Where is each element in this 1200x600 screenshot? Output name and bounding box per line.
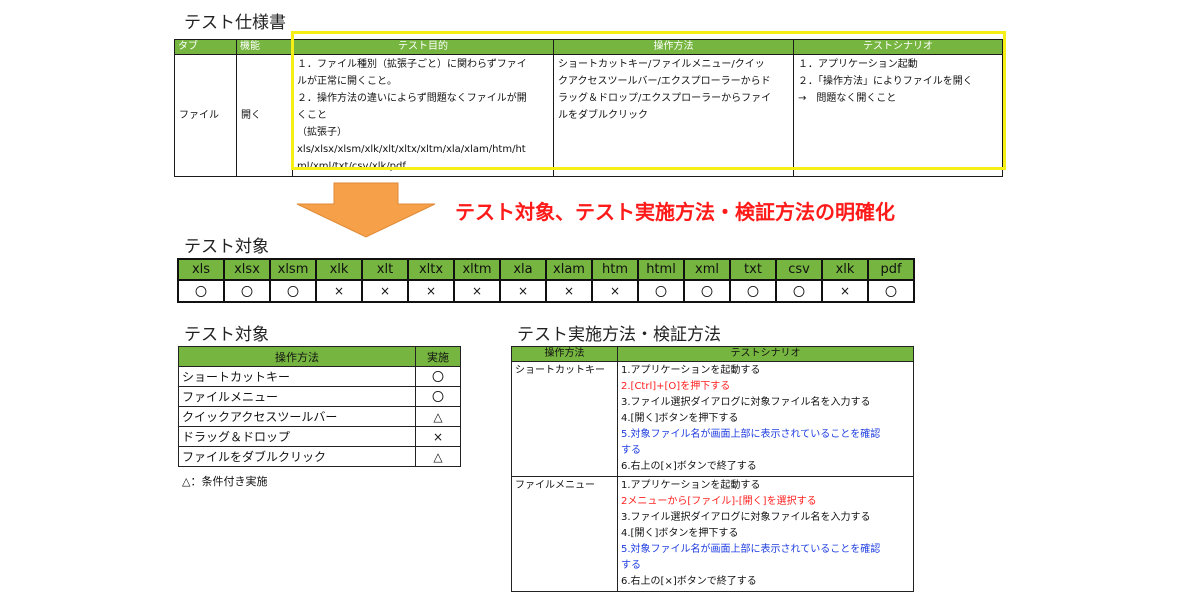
extension-header-cell: htm (591, 258, 639, 281)
extension-value-cell: 〇 (177, 279, 225, 303)
scenario-step: 5.対象ファイル名が画面上部に表示されていることを確認 (621, 544, 881, 555)
scenario-step: 3.ファイル選択ダイアログに対象ファイル名を入力する (621, 397, 871, 408)
extension-value-cell: 〇 (637, 279, 685, 303)
op-note: △：条件付き実施 (182, 475, 268, 488)
cell-function: 開く (236, 54, 293, 177)
scenario-step: 1.アプリケーションを起動する (621, 480, 761, 491)
extension-header-cell: xlsx (223, 258, 271, 281)
extension-value-cell: 〇 (867, 279, 915, 303)
header-function: 機能 (236, 39, 293, 55)
extension-value-cell: 〇 (729, 279, 777, 303)
scenario-row: ショートカットキー 1.アプリケーションを起動する 2.[Ctrl]+[O]を押… (511, 361, 914, 477)
scenario-step: 1.アプリケーションを起動する (621, 365, 761, 376)
scenario-method: ショートカットキー (511, 361, 618, 477)
target-title: テスト対象 (184, 237, 269, 257)
extension-header-cell: xltm (453, 258, 501, 281)
op-mark: △ (415, 406, 461, 427)
extension-header-cell: xlam (545, 258, 593, 281)
extension-value-cell: × (545, 279, 593, 303)
extension-value-row: 〇〇〇 × × × × × × × 〇〇〇〇 × 〇 (177, 279, 915, 303)
extension-value-cell: 〇 (683, 279, 731, 303)
op-method: クイックアクセスツールバー (178, 406, 416, 427)
op-mark: × (415, 426, 461, 447)
op-method: ファイルをダブルクリック (178, 446, 416, 467)
extension-table: xls xlsx xlsm xlk xlt xltx xltm xla xlam htm html x… (177, 258, 915, 303)
extension-header-cell: txt (729, 258, 777, 281)
spec-title: テスト仕様書 (184, 13, 286, 33)
scenario-step: 2メニューから[ファイル]-[開く]を選択する (621, 496, 817, 507)
cell-tab: ファイル (174, 54, 237, 177)
op-mark: 〇 (415, 366, 461, 387)
scenario-step: する (621, 560, 641, 571)
extension-header-cell: xlk (315, 258, 363, 281)
op-mark: △ (415, 446, 461, 467)
op-header-method: 操作方法 (178, 346, 416, 367)
scenario-step: 2.[Ctrl]+[O]を押下する (621, 381, 731, 392)
down-arrow-icon (296, 182, 436, 238)
header-tab: タブ (174, 39, 237, 55)
banner-text: テスト対象、テスト実施方法・検証方法の明確化 (455, 200, 895, 224)
extension-header-cell: xlk (821, 258, 869, 281)
extension-header-cell: xml (683, 258, 731, 281)
extension-header-cell: xltx (407, 258, 455, 281)
op-method: ショートカットキー (178, 366, 416, 387)
method-title: テスト実施方法・検証方法 (517, 325, 721, 345)
scenario-step: 4.[開く]ボタンを押下する (621, 413, 739, 424)
op-table: 操作方法 実施 ショートカットキー 〇 ファイルメニュー 〇 クイックアクセスツ… (178, 346, 461, 467)
scenario-step: する (621, 445, 641, 456)
op-header-mark: 実施 (415, 346, 461, 367)
op-row: ショートカットキー 〇 (178, 366, 461, 387)
scenario-step: 5.対象ファイル名が画面上部に表示されていることを確認 (621, 429, 881, 440)
extension-value-cell: × (315, 279, 363, 303)
op-row: クイックアクセスツールバー △ (178, 406, 461, 427)
op-mark: 〇 (415, 386, 461, 407)
scenario-step: 6.右上の[×]ボタンで終了する (621, 461, 757, 472)
extension-value-cell: × (821, 279, 869, 303)
extension-header-cell: xla (499, 258, 547, 281)
scenario-header-row: 操作方法 テストシナリオ (511, 346, 914, 362)
extension-value-cell: × (407, 279, 455, 303)
scenario-step: 6.右上の[×]ボタンで終了する (621, 576, 757, 587)
extension-value-cell: × (361, 279, 409, 303)
extension-header-cell: csv (775, 258, 823, 281)
scenario-header-method: 操作方法 (511, 346, 618, 362)
scenario-header-steps: テストシナリオ (617, 346, 914, 362)
extension-header-cell: xlt (361, 258, 409, 281)
extension-value-cell: 〇 (775, 279, 823, 303)
extension-header-cell: html (637, 258, 685, 281)
extension-value-cell: × (499, 279, 547, 303)
scenario-steps: 1.アプリケーションを起動する 2メニューから[ファイル]-[開く]を選択する … (617, 476, 914, 592)
op-method: ファイルメニュー (178, 386, 416, 407)
op-header-row: 操作方法 実施 (178, 346, 461, 367)
extension-header-cell: pdf (867, 258, 915, 281)
scenario-table: 操作方法 テストシナリオ ショートカットキー 1.アプリケーションを起動する 2… (511, 346, 914, 592)
highlight-frame (291, 31, 1006, 170)
extension-header-cell: xlsm (269, 258, 317, 281)
extension-header-row: xls xlsx xlsm xlk xlt xltx xltm xla xlam htm html x… (177, 258, 915, 281)
op-row: ファイルをダブルクリック △ (178, 446, 461, 467)
scenario-steps: 1.アプリケーションを起動する 2.[Ctrl]+[O]を押下する 3.ファイル… (617, 361, 914, 477)
scenario-step: 4.[開く]ボタンを押下する (621, 528, 739, 539)
scenario-row: ファイルメニュー 1.アプリケーションを起動する 2メニューから[ファイル]-[… (511, 476, 914, 592)
extension-header-cell: xls (177, 258, 225, 281)
extension-value-cell: 〇 (223, 279, 271, 303)
scenario-method: ファイルメニュー (511, 476, 618, 592)
op-title: テスト対象 (184, 325, 269, 345)
op-method: ドラッグ＆ドロップ (178, 426, 416, 447)
op-row: ファイルメニュー 〇 (178, 386, 461, 407)
extension-value-cell: × (453, 279, 501, 303)
op-row: ドラッグ＆ドロップ × (178, 426, 461, 447)
scenario-step: 3.ファイル選択ダイアログに対象ファイル名を入力する (621, 512, 871, 523)
extension-value-cell: × (591, 279, 639, 303)
extension-value-cell: 〇 (269, 279, 317, 303)
